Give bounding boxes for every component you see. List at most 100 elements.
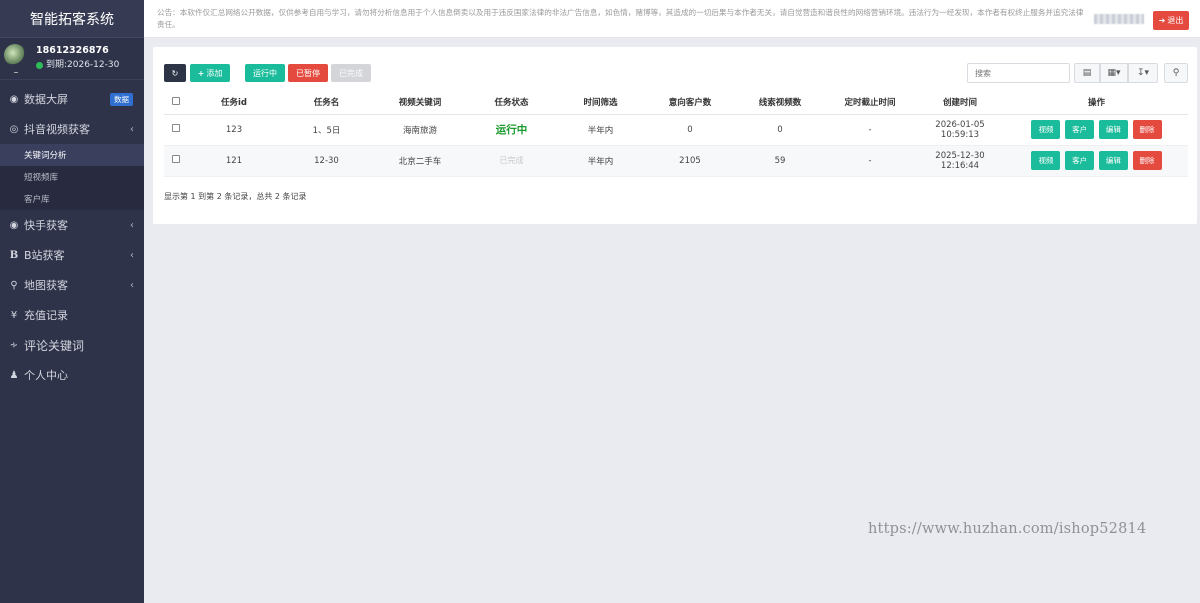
dashboard-icon: ◉ [9, 93, 19, 105]
lead-videos: 0 [735, 114, 825, 146]
sidebar-item-dashboard[interactable]: ◉ 数据大屏 数据 [0, 84, 144, 114]
filter-completed-button[interactable]: 已完成 [331, 64, 371, 82]
deadline: - [825, 145, 915, 177]
watermark: https://www.huzhan.com/ishop52814 [868, 521, 1147, 537]
logout-label: 退出 [1167, 16, 1184, 25]
filter-running-button[interactable]: 运行中 [245, 64, 285, 82]
task-id: 121 [188, 145, 280, 177]
task-panel: ↻ + 添加 运行中 已暂停 已完成 ▤ ▦▾ ↧▾ ⚲ 任务id 任务名 视频… [153, 47, 1197, 224]
toggle-view-button[interactable]: ▤ [1074, 63, 1100, 83]
created-time: 2026-01-05 10:59:13 [915, 114, 1005, 146]
sidebar-item-recharge[interactable]: ¥ 充值记录 [0, 300, 144, 330]
sidebar-item-profile[interactable]: ♟ 个人中心 [0, 360, 144, 390]
select-all-checkbox[interactable] [172, 96, 180, 105]
time-filter: 半年内 [556, 145, 645, 177]
select-all-cell [164, 91, 188, 115]
deadline: - [825, 114, 915, 146]
column-header[interactable]: 创建时间 [915, 91, 1005, 115]
column-header[interactable]: 任务名 [280, 91, 373, 115]
user-phone: 18612326876 [36, 45, 109, 56]
status-running-text: 运行中 [495, 124, 528, 136]
sidebar: 智能拓客系统 18612326876 到期:2026-12-30 ◉ 数据大屏 … [0, 0, 144, 603]
table-row: 123 1、5日 海南旅游 运行中 半年内 0 0 - 2026-01-05 1… [164, 114, 1188, 146]
intent-customers: 2105 [645, 145, 735, 177]
sidebar-item-douyin[interactable]: ◎ 抖音视频获客 ‹ [0, 114, 144, 144]
column-header[interactable]: 定时截止时间 [825, 91, 915, 115]
actions-cell: 视频 客户 编辑 删除 [1005, 114, 1188, 146]
search-input[interactable] [967, 63, 1070, 83]
video-keyword: 海南旅游 [373, 114, 467, 146]
task-name: 12-30 [280, 145, 373, 177]
column-header[interactable]: 时间筛选 [556, 91, 645, 115]
row-select-cell [164, 145, 188, 177]
sidebar-item-label: 充值记录 [24, 309, 68, 322]
chevron-left-icon: ‹ [130, 219, 134, 231]
rss-icon: ∻ [9, 339, 19, 351]
user-panel: 18612326876 到期:2026-12-30 [0, 38, 144, 80]
chevron-left-icon: ‹ [130, 123, 134, 135]
task-table: 任务id 任务名 视频关键词 任务状态 时间筛选 意向客户数 线索视频数 定时截… [164, 91, 1188, 177]
sign-out-icon: ➜ [1158, 16, 1166, 25]
delete-button[interactable]: 删除 [1132, 151, 1162, 170]
avatar[interactable] [4, 44, 26, 73]
video-button[interactable]: 视频 [1031, 120, 1061, 139]
columns-button[interactable]: ▦▾ [1100, 63, 1128, 83]
logout-button[interactable]: ➜ 退出 [1153, 11, 1189, 30]
sidebar-item-label: 数据大屏 [24, 93, 68, 106]
plus-icon: + [197, 68, 205, 78]
user-expiry: 到期:2026-12-30 [36, 58, 119, 72]
sidebar-item-keyword-analysis[interactable]: 关键词分析 [0, 144, 144, 166]
list-icon: ▤ [1082, 68, 1092, 78]
dashboard-badge: 数据 [110, 92, 133, 106]
sidebar-item-customer-library[interactable]: 客户库 [0, 188, 144, 210]
filter-paused-button[interactable]: 已暂停 [288, 64, 328, 82]
row-select-cell [164, 114, 188, 146]
refresh-icon: ↻ [171, 68, 179, 78]
chevron-left-icon: ‹ [130, 279, 134, 291]
sidebar-item-label: 地图获客 [24, 279, 68, 292]
intent-customers: 0 [645, 114, 735, 146]
video-button[interactable]: 视频 [1031, 151, 1061, 170]
play-circle-icon: ◉ [9, 219, 19, 231]
user-expiry-text: 到期:2026-12-30 [46, 60, 120, 70]
sidebar-item-map[interactable]: ⚲ 地图获客 ‹ [0, 270, 144, 300]
column-header[interactable]: 任务状态 [467, 91, 556, 115]
columns-icon: ▦▾ [1107, 68, 1121, 78]
column-header[interactable]: 线索视频数 [735, 91, 825, 115]
table-header-row: 任务id 任务名 视频关键词 任务状态 时间筛选 意向客户数 线索视频数 定时截… [164, 91, 1188, 115]
edit-button[interactable]: 编辑 [1098, 151, 1128, 170]
eye-icon: ◎ [9, 123, 19, 135]
customer-button[interactable]: 客户 [1065, 151, 1095, 170]
row-checkbox[interactable] [172, 155, 180, 163]
created-time: 2025-12-30 12:16:44 [915, 145, 1005, 177]
map-marker-icon: ⚲ [10, 279, 18, 291]
column-header[interactable]: 任务id [188, 91, 280, 115]
sidebar-item-bilibili[interactable]: B B站获客 ‹ [0, 240, 144, 270]
search-icon: ⚲ [1172, 68, 1180, 78]
column-header[interactable]: 视频关键词 [373, 91, 467, 115]
yen-icon: ¥ [10, 309, 18, 321]
task-status-cell: 运行中 [467, 114, 556, 146]
task-name: 1、5日 [280, 114, 373, 146]
online-dot-icon [36, 61, 43, 69]
actions-cell: 视频 客户 编辑 删除 [1005, 145, 1188, 177]
sidebar-item-label: B站获客 [24, 249, 65, 262]
search-button[interactable]: ⚲ [1164, 63, 1188, 83]
sidebar-item-label: 抖音视频获客 [24, 123, 90, 136]
download-icon: ↧▾ [1136, 68, 1150, 78]
douyin-submenu: 关键词分析 短视频库 客户库 [0, 144, 144, 210]
delete-button[interactable]: 删除 [1132, 120, 1162, 139]
column-header: 操作 [1005, 91, 1188, 115]
sidebar-item-kuaishou[interactable]: ◉ 快手获客 ‹ [0, 210, 144, 240]
refresh-button[interactable]: ↻ [164, 64, 186, 82]
edit-button[interactable]: 编辑 [1098, 120, 1128, 139]
sidebar-item-comment-keywords[interactable]: ∻ 评论关键词 [0, 330, 144, 360]
column-header[interactable]: 意向客户数 [645, 91, 735, 115]
sidebar-item-video-library[interactable]: 短视频库 [0, 166, 144, 188]
blurred-username [1094, 14, 1144, 24]
row-checkbox[interactable] [172, 124, 180, 132]
top-bar: 公告：本软件仅汇总网络公开数据，仅供参考自用与学习，请勿将分析信息用于个人信息倒… [144, 0, 1200, 38]
export-button[interactable]: ↧▾ [1128, 63, 1158, 83]
add-button[interactable]: + 添加 [190, 64, 230, 82]
customer-button[interactable]: 客户 [1065, 120, 1095, 139]
